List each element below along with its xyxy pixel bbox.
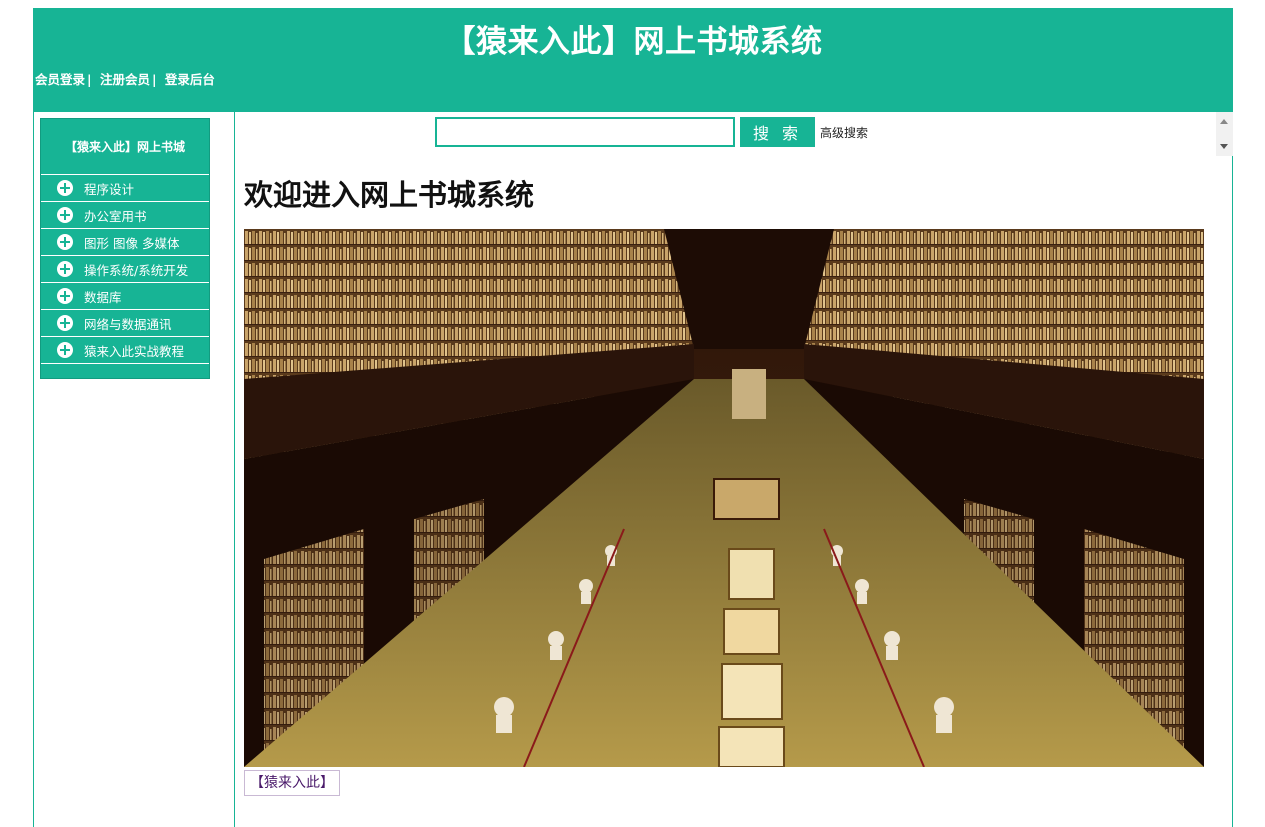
plus-circle-icon (57, 180, 73, 196)
plus-circle-icon (57, 207, 73, 223)
category-item-graphics[interactable]: 图形 图像 多媒体 (41, 229, 209, 256)
category-item-database[interactable]: 数据库 (41, 283, 209, 310)
library-hero-image (244, 229, 1204, 767)
category-sidebar: 【猿来入此】网上书城 程序设计 办公室用书 图形 图像 多媒体 操作系统/系统开… (40, 118, 210, 379)
category-list: 程序设计 办公室用书 图形 图像 多媒体 操作系统/系统开发 数据库 网络与数据… (41, 175, 209, 364)
register-member-link[interactable]: 注册会员 (100, 72, 150, 87)
category-item-network[interactable]: 网络与数据通讯 (41, 310, 209, 337)
welcome-heading: 欢迎进入网上书城系统 (244, 178, 535, 212)
plus-circle-icon (57, 234, 73, 250)
link-separator: | (87, 72, 92, 87)
link-separator: | (151, 72, 157, 87)
page-frame: 【猿来入此】网上书城系统 会员登录 | 注册会员 | 登录后台 【猿来入此】网上书城… (33, 8, 1233, 827)
scroll-down-icon[interactable] (1220, 144, 1228, 149)
top-links: 会员登录 | 注册会员 | 登录后台 (35, 69, 215, 88)
column-divider (234, 112, 235, 827)
category-label: 操作系统/系统开发 (84, 262, 189, 278)
sidebar-title: 【猿来入此】网上书城 (41, 119, 209, 175)
advanced-search-link[interactable]: 高级搜索 (820, 124, 868, 141)
plus-circle-icon (57, 261, 73, 277)
plus-circle-icon (57, 315, 73, 331)
category-item-os[interactable]: 操作系统/系统开发 (41, 256, 209, 283)
search-button[interactable]: 搜 索 (740, 117, 815, 147)
category-label: 猿来入此实战教程 (84, 343, 185, 359)
category-item-tutorials[interactable]: 猿来入此实战教程 (41, 337, 209, 364)
search-bar: 搜 索 高级搜索 (435, 117, 868, 147)
category-item-office[interactable]: 办公室用书 (41, 202, 209, 229)
category-label: 图形 图像 多媒体 (84, 235, 180, 251)
scroll-up-icon[interactable] (1220, 119, 1228, 124)
admin-login-link[interactable]: 登录后台 (165, 72, 215, 87)
category-item-programming[interactable]: 程序设计 (41, 175, 209, 202)
category-label: 数据库 (84, 289, 122, 305)
category-label: 办公室用书 (84, 208, 147, 224)
member-login-link[interactable]: 会员登录 (35, 72, 85, 87)
category-label: 网络与数据通讯 (84, 316, 172, 332)
footer-brand-link[interactable]: 【猿来入此】 (244, 770, 340, 796)
frame-scrollbar[interactable] (1216, 112, 1233, 156)
category-label: 程序设计 (84, 181, 135, 197)
search-input[interactable] (435, 117, 735, 147)
site-title: 【猿来入此】网上书城系统 (444, 24, 823, 60)
site-header: 【猿来入此】网上书城系统 会员登录 | 注册会员 | 登录后台 (34, 8, 1233, 112)
plus-circle-icon (57, 342, 73, 358)
plus-circle-icon (57, 288, 73, 304)
